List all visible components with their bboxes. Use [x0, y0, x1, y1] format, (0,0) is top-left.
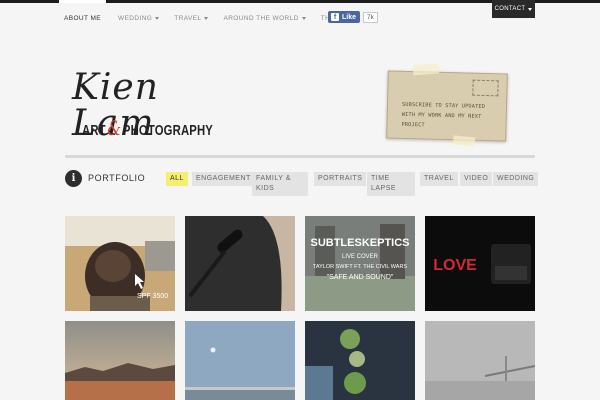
moon-icon	[210, 347, 216, 353]
chevron-down-icon	[528, 7, 533, 11]
succulents-photo	[305, 321, 415, 400]
portfolio-tile-desert[interactable]	[65, 321, 175, 400]
filter-family-kids[interactable]: FAMILY & KIDS	[252, 172, 308, 196]
desert-landscape-photo	[65, 321, 175, 400]
filter-time-lapse[interactable]: TIME LAPSE	[367, 172, 415, 196]
logo-subtitle: ART & PHOTOGRAPHY	[82, 116, 214, 140]
nav-around-the-world[interactable]: AROUND THE WORLD	[223, 0, 306, 36]
svg-text:SUBTLESKEPTICS: SUBTLESKEPTICS	[310, 237, 409, 249]
beach-moon-photo	[185, 321, 295, 400]
portfolio-tile-beach-moon[interactable]	[185, 321, 295, 400]
like-count: 7k	[363, 11, 378, 23]
subscribe-text: SUBSCRIBE TO STAY UPDATED WITH MY WORK A…	[401, 101, 486, 129]
portfolio-tile-foggy-bridge[interactable]	[425, 321, 535, 400]
portfolio-tile-microphone[interactable]	[185, 216, 295, 311]
facebook-like-button[interactable]: f Like	[328, 11, 361, 23]
portfolio-tile-subtleskeptics[interactable]: SUBTLESKEPTICS LIVE COVER TAYLOR SWIFT F…	[305, 216, 415, 311]
nav-about-me[interactable]: ABOUT ME	[59, 0, 107, 36]
header-divider	[65, 155, 535, 158]
svg-text:LOVE: LOVE	[433, 257, 477, 274]
portfolio-tile-succulents[interactable]	[305, 321, 415, 400]
nav-travel[interactable]: TRAVEL	[174, 0, 209, 36]
postmark-stamp-icon	[472, 79, 499, 97]
subscribe-envelope[interactable]: SUBSCRIBE TO STAY UPDATED WITH MY WORK A…	[386, 70, 508, 142]
svg-text:TAYLOR SWIFT FT. THE CIVIL WAR: TAYLOR SWIFT FT. THE CIVIL WARS	[313, 264, 408, 270]
love-typewriter-photo: LOVE	[425, 216, 535, 311]
filter-wedding[interactable]: WEDDING	[493, 172, 539, 186]
chevron-down-icon	[155, 16, 160, 20]
facebook-icon: f	[331, 13, 339, 21]
filter-engagement[interactable]: ENGAGEMENT	[192, 172, 255, 186]
filter-travel[interactable]: TRAVEL	[420, 172, 458, 186]
svg-text:LIVE COVER: LIVE COVER	[342, 254, 379, 260]
filter-portraits[interactable]: PORTRAITS	[314, 172, 367, 186]
portfolio-tile-love[interactable]: LOVE	[425, 216, 535, 311]
foggy-bridge-photo	[425, 321, 535, 400]
contact-button[interactable]: CONTACT	[492, 0, 535, 18]
filter-all[interactable]: ALL	[166, 172, 188, 186]
main-nav: ABOUT ME WEDDING TRAVEL AROUND THE WORLD…	[59, 0, 372, 36]
info-icon: i	[65, 170, 82, 187]
microphone-photo	[185, 216, 295, 311]
portfolio-tile-muddy-face[interactable]: SPF 3500	[65, 216, 175, 311]
chevron-down-icon	[204, 16, 209, 20]
muddy-face-photo: SPF 3500	[65, 216, 175, 311]
tile-caption: SPF 3500	[137, 293, 168, 300]
site-logo[interactable]: Kien Lam ART & PHOTOGRAPHY	[72, 70, 232, 142]
filter-video[interactable]: VIDEO	[460, 172, 493, 186]
chevron-down-icon	[301, 16, 306, 20]
nav-wedding[interactable]: WEDDING	[118, 0, 160, 36]
facebook-like-widget: f Like 7k	[328, 11, 378, 23]
subtleskeptics-cover: SUBTLESKEPTICS LIVE COVER TAYLOR SWIFT F…	[305, 216, 415, 311]
svg-text:"SAFE AND SOUND": "SAFE AND SOUND"	[327, 274, 394, 281]
portfolio-title: PORTFOLIO	[88, 173, 146, 183]
